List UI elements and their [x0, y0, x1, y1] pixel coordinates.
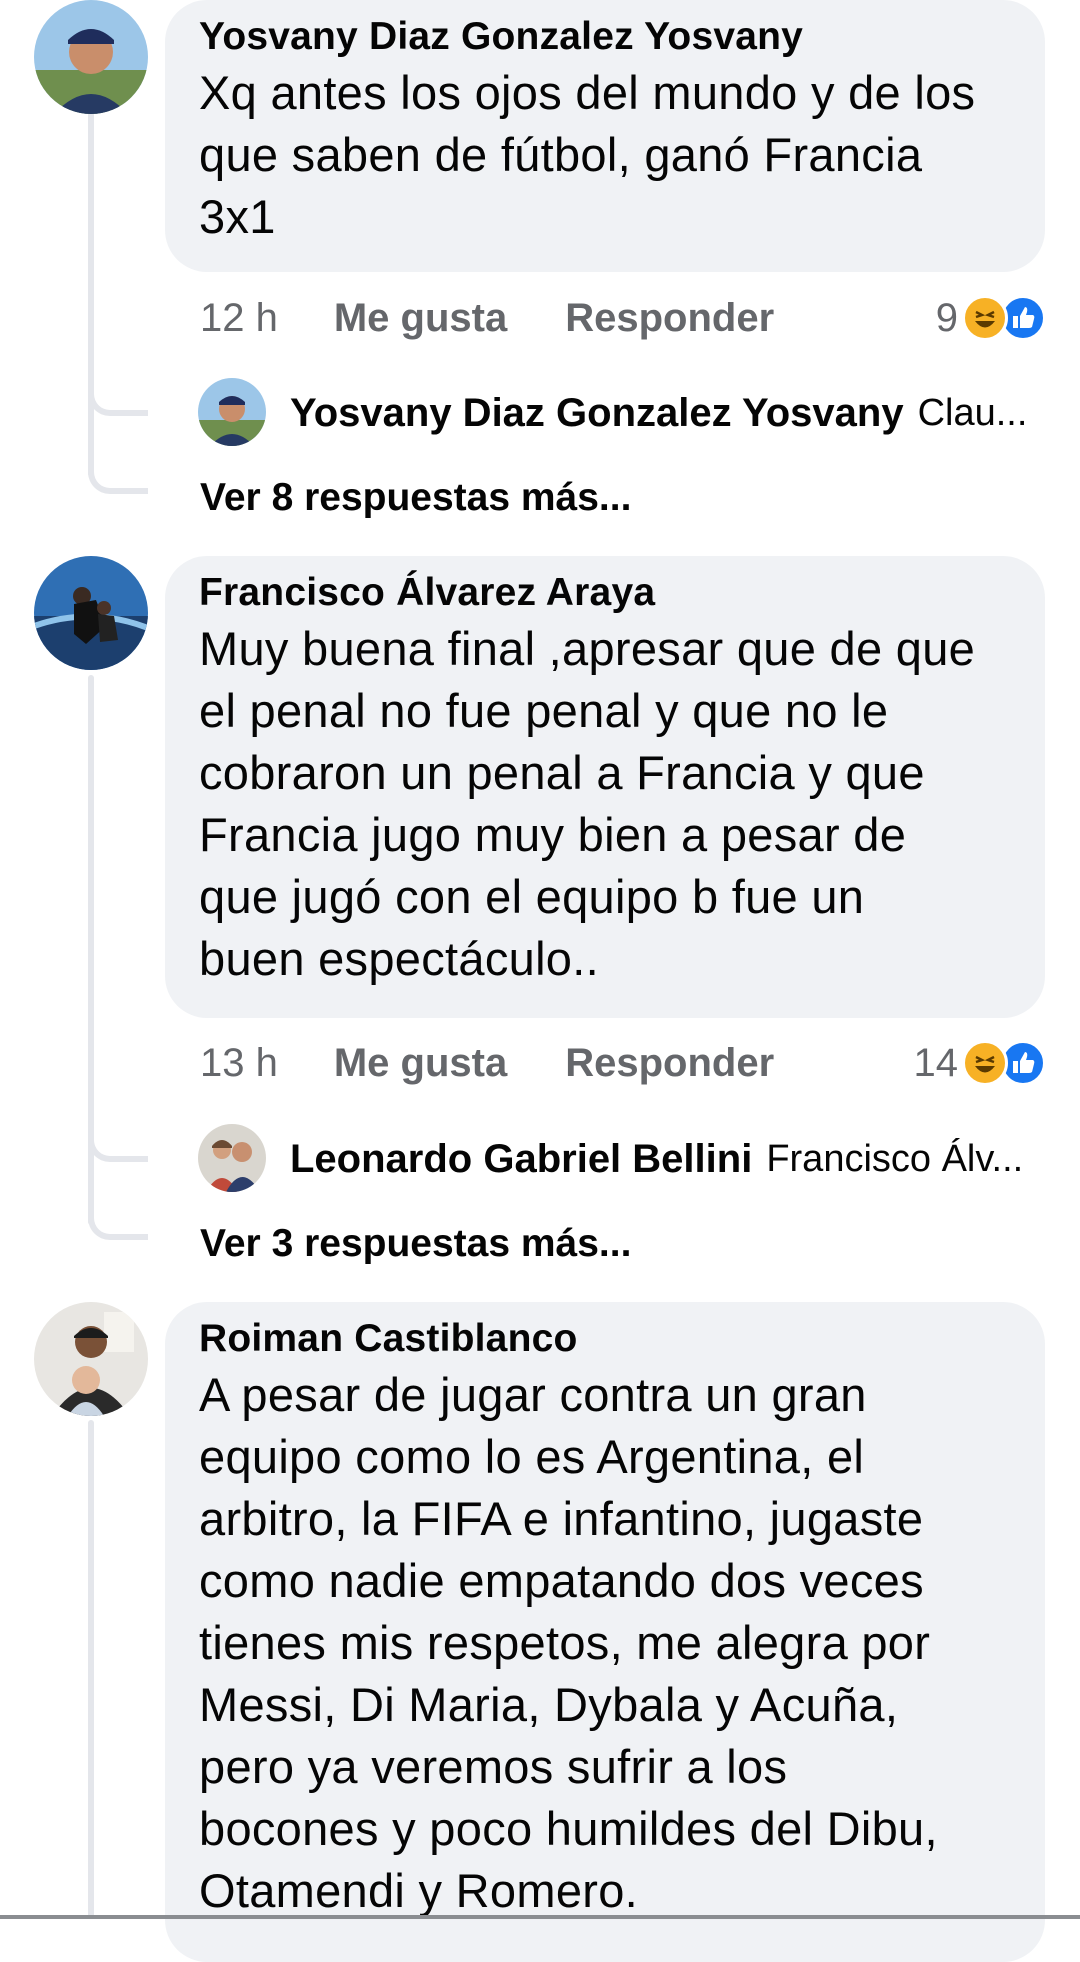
comment-line: Messi, Di Maria, Dybala y Acuña, [199, 1678, 899, 1731]
thread-connector [88, 448, 148, 494]
thread-line [88, 1420, 94, 1919]
comment-time[interactable]: 13 h [200, 1041, 278, 1086]
comment-line: tienes mis respetos, me alegra por [199, 1616, 931, 1669]
reactions-summary[interactable]: 9 [936, 288, 1046, 348]
comment-time[interactable]: 12 h [200, 296, 278, 341]
comment-line: 3x1 [199, 190, 276, 243]
thread-connector [88, 1194, 148, 1240]
reply-author[interactable]: Yosvany Diaz Gonzalez Yosvany [290, 391, 904, 436]
comment-line: Otamendi y Romero. [199, 1864, 639, 1917]
reply-button[interactable]: Responder [565, 1041, 774, 1086]
comment-line: A pesar de jugar contra un gran [199, 1368, 867, 1421]
reactions-summary[interactable]: 14 [913, 1033, 1046, 1093]
comment-line: que saben de fútbol, ganó Francia [199, 128, 923, 181]
comment-author[interactable]: Roiman Castiblanco [199, 1316, 1011, 1362]
avatar[interactable] [34, 0, 148, 114]
comment-line: el penal no fue penal y que no le [199, 684, 889, 737]
like-button[interactable]: Me gusta [334, 1041, 507, 1086]
avatar[interactable] [34, 1302, 148, 1416]
comment-line: Muy buena final ,apresar que de que [199, 622, 976, 675]
comment-bubble: Roiman Castiblanco A pesar de jugar cont… [165, 1302, 1045, 1962]
reply-preview[interactable]: Yosvany Diaz Gonzalez Yosvany Clau... [200, 378, 1050, 448]
comment-actions: 12 h Me gusta Responder [200, 288, 774, 348]
reply-snippet: Clau... [917, 391, 1028, 434]
comment-bubble: Yosvany Diaz Gonzalez Yosvany Xq antes l… [165, 0, 1045, 272]
thread-connector [88, 370, 148, 416]
comment-line: buen espectáculo.. [199, 932, 599, 985]
comment-text: Xq antes los ojos del mundo y de los que… [199, 62, 1011, 248]
haha-reaction-icon [962, 1040, 1008, 1086]
thread-line [88, 112, 94, 477]
comment-line: pero ya veremos sufrir a los [199, 1740, 788, 1793]
reply-preview[interactable]: Leonardo Gabriel Bellini Francisco Álv..… [200, 1124, 1050, 1194]
view-more-replies-link[interactable]: Ver 3 respuestas más... [200, 1222, 631, 1266]
comment-line: que jugó con el equipo b fue un [199, 870, 865, 923]
comment-bubble: Francisco Álvarez Araya Muy buena final … [165, 556, 1045, 1018]
screen-bottom-edge [0, 1915, 1080, 1919]
reaction-count: 14 [913, 1040, 959, 1085]
comment-author[interactable]: Francisco Álvarez Araya [199, 570, 1011, 616]
comment-line: como nadie empatando dos veces [199, 1554, 924, 1607]
reply-author[interactable]: Leonardo Gabriel Bellini [290, 1137, 752, 1182]
comment-line: Xq antes los ojos del mundo y de los [199, 66, 976, 119]
comment-line: equipo como lo es Argentina, el [199, 1430, 865, 1483]
view-more-replies-link[interactable]: Ver 8 respuestas más... [200, 476, 631, 520]
reply-snippet: Francisco Álv... [766, 1137, 1024, 1180]
reply-button[interactable]: Responder [565, 296, 774, 341]
comment-line: Francia jugo muy bien a pesar de [199, 808, 907, 861]
comment-text: Muy buena final ,apresar que de que el p… [199, 618, 1011, 990]
comment-author[interactable]: Yosvany Diaz Gonzalez Yosvany [199, 14, 1011, 60]
comment-line: bocones y poco humildes del Dibu, [199, 1802, 938, 1855]
like-button[interactable]: Me gusta [334, 296, 507, 341]
comment-actions: 13 h Me gusta Responder [200, 1033, 774, 1093]
comment-line: cobraron un penal a Francia y que [199, 746, 925, 799]
reaction-count: 9 [935, 295, 958, 340]
comment-line: arbitro, la FIFA e infantino, jugaste [199, 1492, 924, 1545]
comment-text: A pesar de jugar contra un gran equipo c… [199, 1364, 1011, 1922]
thread-connector [88, 1116, 148, 1162]
avatar[interactable] [34, 556, 148, 670]
haha-reaction-icon [962, 295, 1008, 341]
